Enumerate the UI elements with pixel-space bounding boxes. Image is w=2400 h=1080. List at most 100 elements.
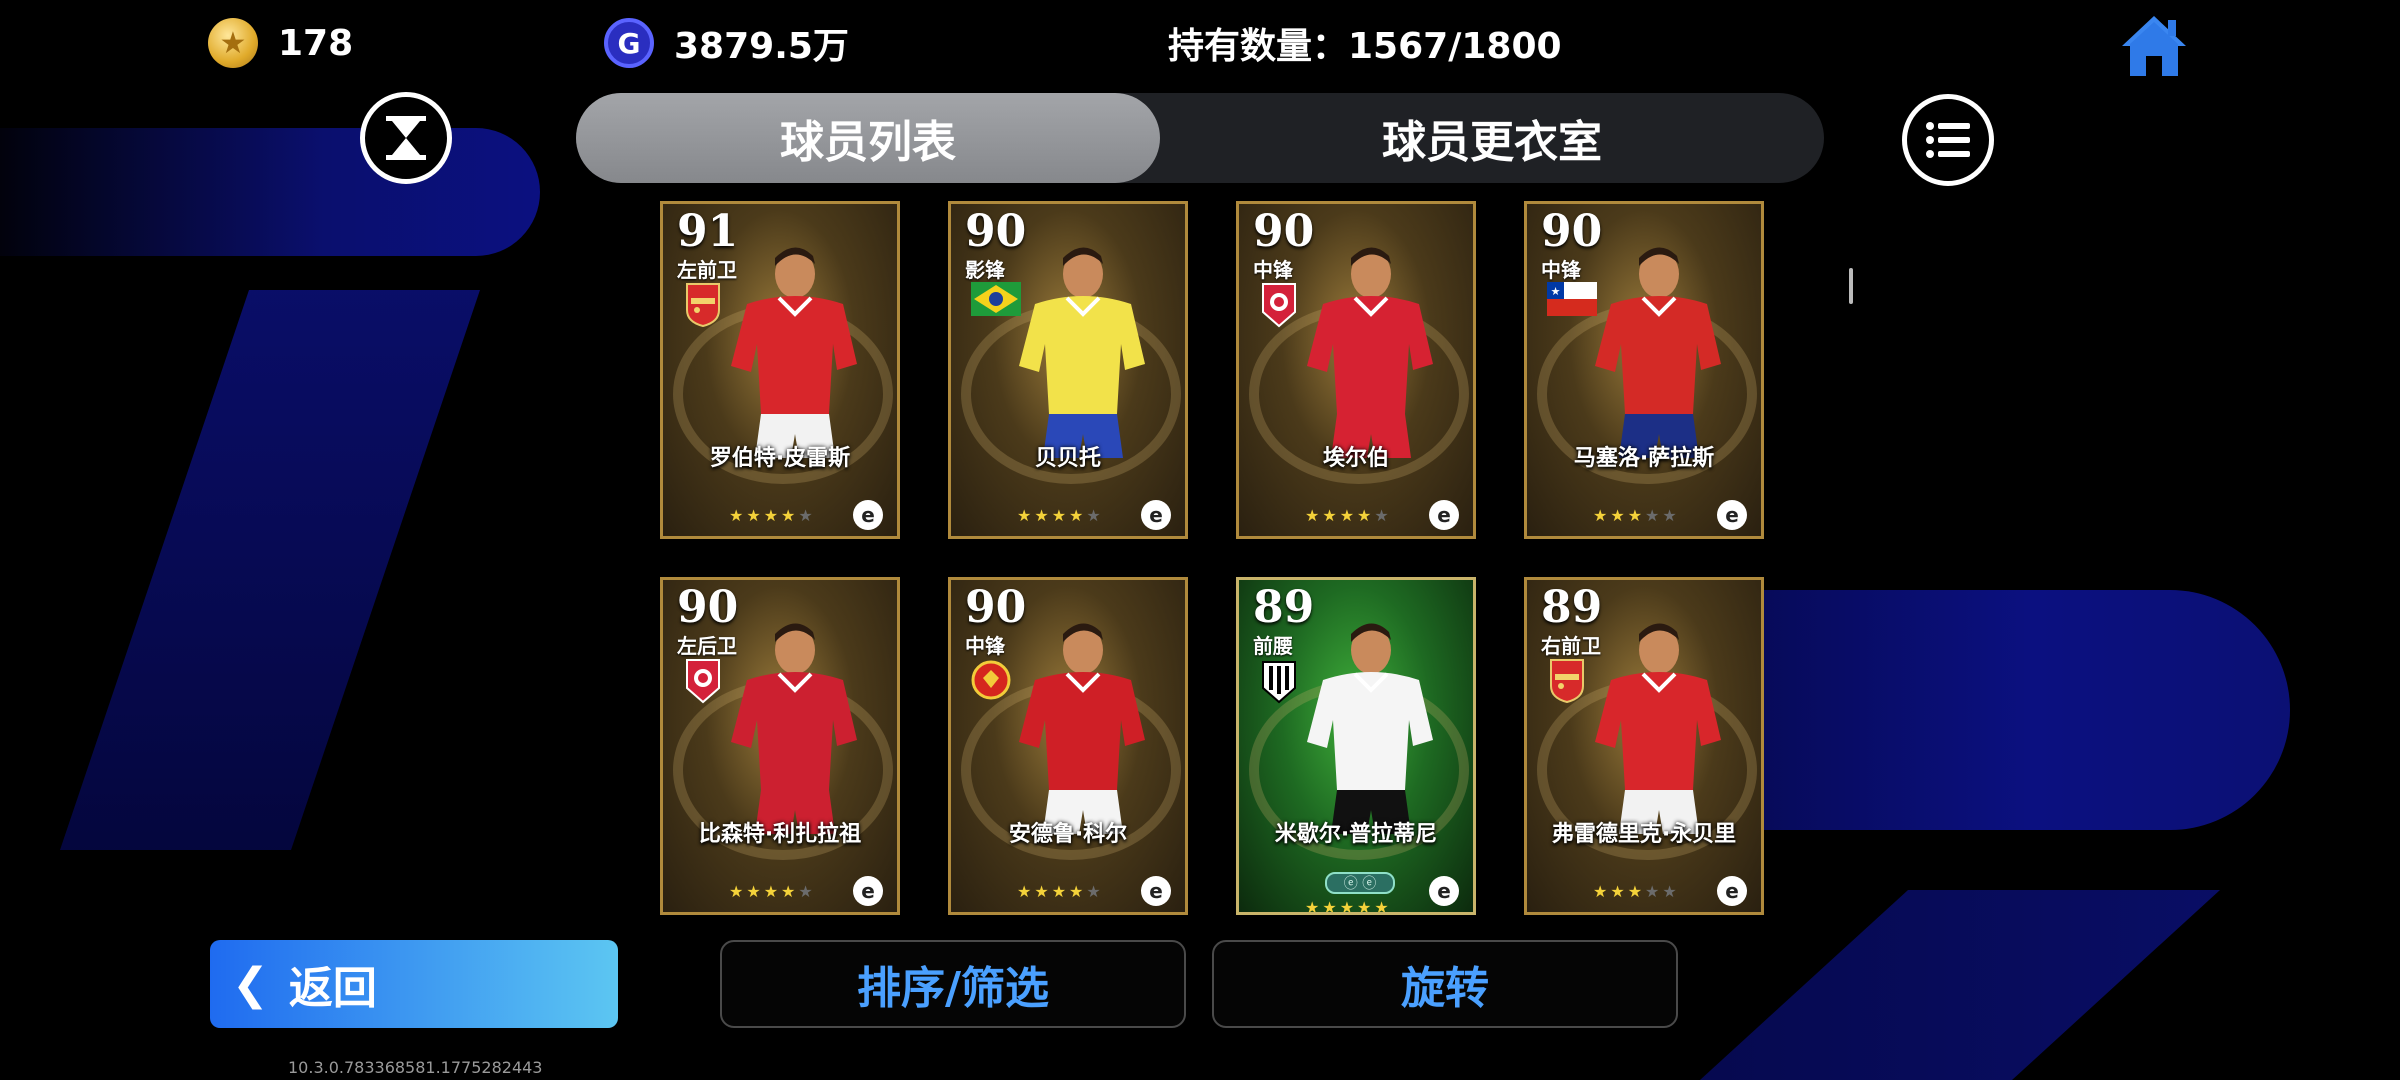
hourglass-button[interactable] bbox=[360, 92, 452, 184]
arsenal-crest-icon bbox=[683, 282, 720, 328]
star-rating: ★★★★★ bbox=[1305, 898, 1392, 915]
bayern-crest-icon bbox=[1259, 282, 1296, 328]
star-icon: ★ bbox=[781, 506, 799, 525]
player-name: 埃尔伯 bbox=[1322, 446, 1389, 471]
brazil-flag-icon bbox=[971, 282, 1021, 328]
star-icon: ★ bbox=[1305, 506, 1323, 525]
player-rating: 90 bbox=[1541, 206, 1603, 257]
player-rating: 90 bbox=[965, 206, 1027, 257]
efootball-logo-icon: e bbox=[1141, 876, 1171, 906]
player-card[interactable]: 90 影锋 贝贝托 ★★★★★ e bbox=[948, 201, 1188, 539]
player-name: 米歇尔·普拉蒂尼 bbox=[1274, 822, 1438, 847]
player-rating: 90 bbox=[1253, 206, 1315, 257]
player-rating: 90 bbox=[965, 582, 1027, 633]
star-rating: ★★★★★ bbox=[729, 882, 816, 901]
star-icon: ★ bbox=[763, 506, 782, 525]
home-button[interactable] bbox=[2120, 14, 2188, 78]
booster-icon: ⓔ ⓔ bbox=[1325, 872, 1395, 894]
arsenal-crest-icon bbox=[1547, 658, 1584, 704]
player-position: 中锋 bbox=[1541, 258, 1581, 282]
player-card[interactable]: 89 右前卫弗雷德里克·永贝里 ★★★★★ e bbox=[1524, 577, 1764, 915]
list-menu-button[interactable] bbox=[1902, 94, 1994, 186]
gp-icon: G bbox=[604, 18, 654, 68]
star-icon: ★ bbox=[1610, 882, 1628, 901]
star-icon: ★ bbox=[1051, 882, 1070, 901]
efootball-logo-icon: e bbox=[1717, 876, 1747, 906]
tab-player-locker-room[interactable]: 球员更衣室 bbox=[1160, 93, 1824, 183]
back-button[interactable]: ❮ 返回 bbox=[210, 940, 618, 1028]
player-name: 安德鲁·科尔 bbox=[1008, 822, 1128, 847]
star-rating: ★★★★★ bbox=[1017, 506, 1104, 525]
star-icon: ★ bbox=[1662, 882, 1680, 901]
player-name: 比森特·利扎拉祖 bbox=[698, 822, 862, 847]
player-position: 中锋 bbox=[1253, 258, 1293, 282]
star-icon: ★ bbox=[1610, 506, 1628, 525]
player-position: 左后卫 bbox=[677, 634, 737, 658]
star-icon: ★ bbox=[1017, 506, 1035, 525]
player-card[interactable]: 91 左前卫 罗伯特·皮雷斯 ★★★★★ e bbox=[660, 201, 900, 539]
star-rating: ★★★★★ bbox=[729, 506, 816, 525]
star-icon: ★ bbox=[1374, 506, 1392, 525]
sort-filter-button[interactable]: 排序/筛选 bbox=[720, 940, 1186, 1028]
star-icon: ★ bbox=[729, 506, 747, 525]
player-card[interactable]: 90 左后卫 比森特·利扎拉祖 ★★★★★ e bbox=[660, 577, 900, 915]
player-rating: 89 bbox=[1541, 582, 1603, 633]
star-icon: ★ bbox=[1645, 882, 1663, 901]
holdings-count: 持有数量：1567/1800 bbox=[1168, 26, 1562, 67]
star-icon: ★ bbox=[1322, 898, 1340, 915]
star-icon: ★ bbox=[1593, 506, 1611, 525]
efootball-logo-icon: e bbox=[1429, 500, 1459, 530]
rotate-button[interactable]: 旋转 bbox=[1212, 940, 1678, 1028]
player-card[interactable]: 90 中锋安德鲁·科尔 ★★★★★ e bbox=[948, 577, 1188, 915]
efootball-logo-icon: e bbox=[1717, 500, 1747, 530]
efootball-logo-icon: e bbox=[853, 500, 883, 530]
efootball-logo-icon: e bbox=[1429, 876, 1459, 906]
star-icon: ★ bbox=[1627, 882, 1646, 901]
player-rating: 91 bbox=[677, 206, 739, 257]
scrollbar[interactable] bbox=[1849, 268, 1853, 304]
star-icon: ★ bbox=[729, 882, 747, 901]
player-position: 前腰 bbox=[1253, 634, 1293, 658]
star-icon: ★ bbox=[1051, 506, 1070, 525]
player-card[interactable]: 90 中锋 埃尔伯 ★★★★★ e bbox=[1236, 201, 1476, 539]
bg-decor-slash-right bbox=[1700, 890, 2220, 1080]
bg-decor-band-left bbox=[0, 128, 540, 256]
gp-value: 3879.5万 bbox=[674, 26, 849, 67]
star-icon: ★ bbox=[763, 882, 782, 901]
home-icon bbox=[2122, 16, 2186, 76]
star-icon: ★ bbox=[1645, 506, 1663, 525]
player-rating: 90 bbox=[677, 582, 739, 633]
coins-display: ★ 178 bbox=[208, 18, 353, 68]
juventus-crest-icon bbox=[1259, 658, 1296, 704]
star-icon: ★ bbox=[1662, 506, 1680, 525]
tab-bar: 球员列表 球员更衣室 bbox=[576, 93, 1824, 183]
star-coin-icon: ★ bbox=[208, 18, 258, 68]
player-name: 马塞洛·萨拉斯 bbox=[1573, 446, 1715, 471]
star-icon: ★ bbox=[798, 882, 816, 901]
player-card[interactable]: 90 中锋 ★ 马塞洛·萨拉斯 ★★★★★ e bbox=[1524, 201, 1764, 539]
bg-decor-slash-left bbox=[60, 290, 480, 850]
chile-flag-icon: ★ bbox=[1547, 282, 1597, 328]
tab-player-list[interactable]: 球员列表 bbox=[576, 93, 1160, 183]
player-position: 右前卫 bbox=[1541, 634, 1601, 658]
version-string: 10.3.0.783368581.1775282443 bbox=[288, 1058, 543, 1077]
player-card[interactable]: 89 前腰 米歇尔·普拉蒂尼 ⓔ ⓔ ★★★★★ e bbox=[1236, 577, 1476, 915]
star-icon: ★ bbox=[1305, 898, 1323, 915]
coins-value: 178 bbox=[278, 22, 354, 64]
star-rating: ★★★★★ bbox=[1593, 882, 1680, 901]
player-position: 中锋 bbox=[965, 634, 1005, 658]
star-icon: ★ bbox=[1357, 506, 1375, 525]
svg-text:★: ★ bbox=[1551, 285, 1561, 298]
player-name: 弗雷德里克·永贝里 bbox=[1551, 822, 1737, 847]
back-button-label: 返回 bbox=[288, 963, 377, 1014]
star-rating: ★★★★★ bbox=[1017, 882, 1104, 901]
star-icon: ★ bbox=[1034, 506, 1052, 525]
star-icon: ★ bbox=[781, 882, 799, 901]
star-icon: ★ bbox=[1339, 506, 1358, 525]
player-position: 左前卫 bbox=[677, 258, 737, 282]
star-icon: ★ bbox=[1086, 506, 1104, 525]
star-icon: ★ bbox=[1374, 898, 1392, 915]
star-icon: ★ bbox=[1339, 898, 1358, 915]
star-rating: ★★★★★ bbox=[1593, 506, 1680, 525]
man-utd-crest-icon bbox=[971, 658, 1011, 704]
